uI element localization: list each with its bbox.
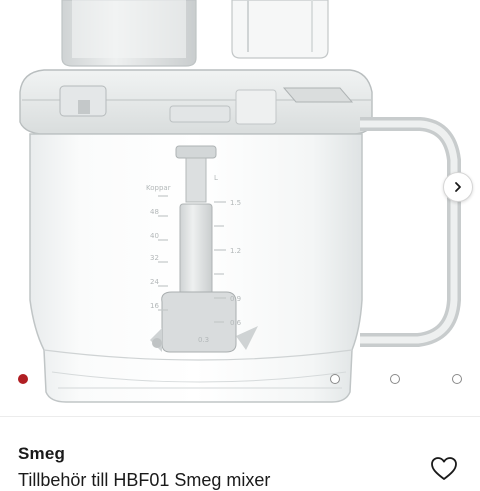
svg-text:24: 24 (150, 278, 159, 286)
svg-text:16: 16 (150, 302, 159, 310)
svg-text:48: 48 (150, 208, 159, 216)
next-image-button[interactable] (443, 172, 473, 202)
svg-text:0.9: 0.9 (230, 295, 241, 303)
product-brand[interactable]: Smeg (18, 444, 65, 464)
gallery-dot[interactable] (390, 374, 400, 384)
product-title: Tillbehör till HBF01 Smeg mixer (18, 470, 271, 490)
divider (0, 416, 480, 417)
gallery-dot[interactable] (452, 374, 462, 384)
svg-text:Koppar: Koppar (146, 184, 171, 192)
svg-text:L: L (214, 174, 218, 182)
svg-text:0.3: 0.3 (198, 336, 209, 344)
heart-icon (431, 457, 457, 480)
svg-text:32: 32 (150, 254, 159, 262)
svg-text:40: 40 (150, 232, 159, 240)
product-image-gallery[interactable]: Koppar 48 40 32 24 16 L 1.5 1.2 0.9 0.6 … (0, 0, 480, 416)
svg-text:1.5: 1.5 (230, 199, 241, 207)
food-processor-bowl-image: Koppar 48 40 32 24 16 L 1.5 1.2 0.9 0.6 … (19, 0, 461, 403)
wishlist-button[interactable] (430, 456, 458, 482)
gallery-dot[interactable] (330, 374, 340, 384)
gallery-pagination (0, 374, 480, 388)
svg-text:1.2: 1.2 (230, 247, 241, 255)
chevron-right-icon (455, 182, 461, 192)
gallery-dot[interactable] (18, 374, 28, 384)
svg-text:0.6: 0.6 (230, 319, 242, 327)
